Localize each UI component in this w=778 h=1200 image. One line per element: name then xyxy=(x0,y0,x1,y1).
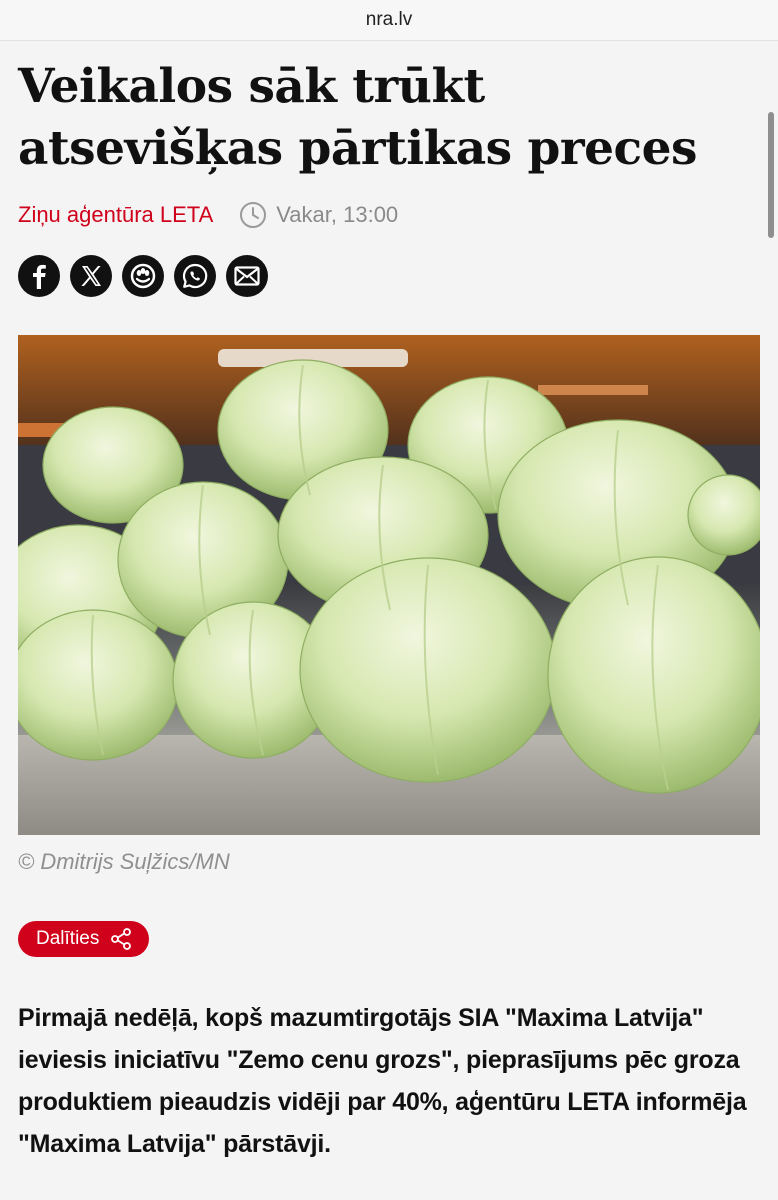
x-icon xyxy=(81,266,101,286)
clock-icon xyxy=(240,202,267,228)
email-share-button[interactable] xyxy=(226,255,268,297)
whatsapp-icon xyxy=(182,263,208,289)
photo-credit: © Dmitrijs Suļžics/MN xyxy=(18,849,230,874)
scrollbar[interactable] xyxy=(768,112,774,238)
share-button-label: Dalīties xyxy=(36,928,100,949)
draugiem-icon xyxy=(130,263,156,289)
draugiem-share-button[interactable] xyxy=(122,255,164,297)
publish-time: Vakar, 13:00 xyxy=(276,202,399,227)
facebook-share-button[interactable] xyxy=(18,255,60,297)
social-share-row xyxy=(18,255,760,297)
author-link[interactable]: Ziņu aģentūra LETA xyxy=(18,202,213,228)
x-share-button[interactable] xyxy=(70,255,112,297)
browser-url-bar[interactable]: nra.lv xyxy=(0,0,778,41)
share-icon xyxy=(111,928,132,950)
article-title: Veikalos sāk trūkt atsevišķas pārtikas p… xyxy=(18,59,698,176)
article-lead: Pirmajā nedēļā, kopš mazumtirgotājs SIA … xyxy=(18,1004,747,1158)
whatsapp-share-button[interactable] xyxy=(174,255,216,297)
email-icon xyxy=(234,266,260,286)
cabbage-photo-illustration xyxy=(18,335,760,835)
facebook-icon xyxy=(33,264,46,289)
article: Veikalos sāk trūkt atsevišķas pārtikas p… xyxy=(18,40,760,1190)
share-button[interactable]: Dalīties xyxy=(18,921,150,957)
article-meta: Ziņu aģentūra LETA Vakar, 13:00 xyxy=(18,200,760,230)
article-photo[interactable] xyxy=(18,335,760,835)
url-text: nra.lv xyxy=(365,9,413,30)
